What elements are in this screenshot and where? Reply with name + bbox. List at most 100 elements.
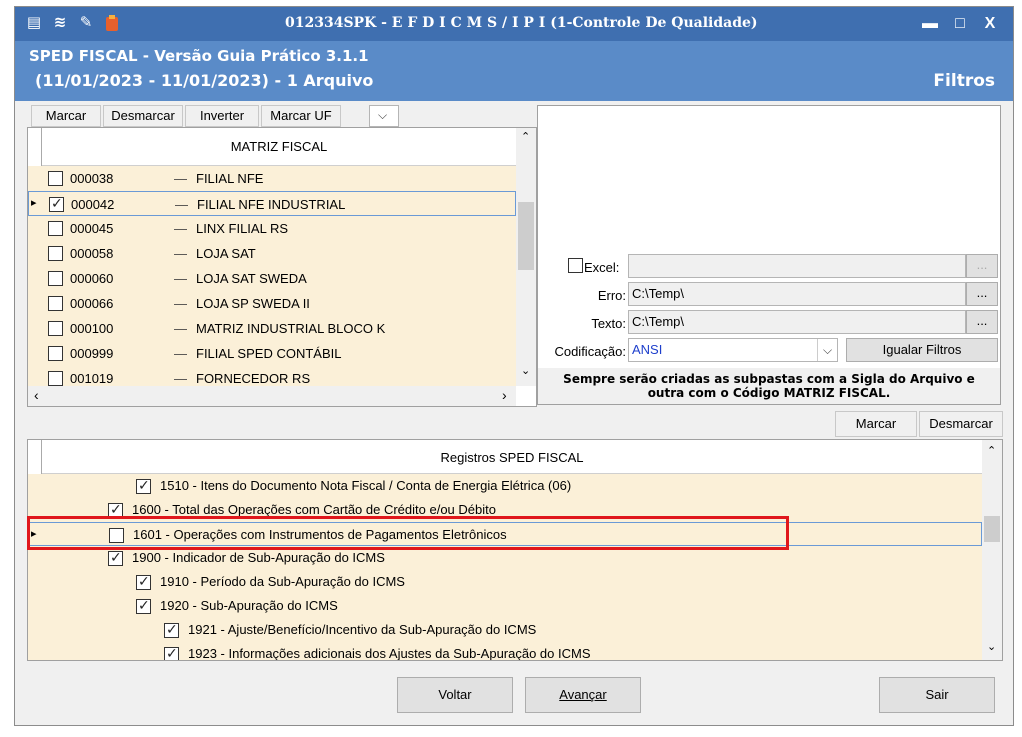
scroll-down-icon[interactable]: ⌄ bbox=[987, 640, 996, 653]
voltar-button[interactable]: Voltar bbox=[397, 677, 513, 713]
wrench-icon[interactable]: ✎ bbox=[77, 14, 95, 32]
registro-label: 1910 - Período da Sub-Apuração do ICMS bbox=[160, 574, 405, 589]
matriz-hscrollbar[interactable]: ‹ › bbox=[28, 386, 516, 406]
separator-dash: — bbox=[174, 246, 187, 261]
header-band: SPED FISCAL - Versão Guia Prático 3.1.1 … bbox=[15, 41, 1013, 101]
row-checkbox[interactable] bbox=[48, 346, 63, 361]
separator-dash: — bbox=[174, 271, 187, 286]
matriz-name: LOJA SAT SWEDA bbox=[196, 271, 307, 286]
row-checkbox[interactable] bbox=[49, 195, 64, 212]
matriz-code: 000066 bbox=[70, 296, 114, 311]
matriz-code: 001019 bbox=[70, 371, 114, 386]
matriz-row[interactable]: 000100 — MATRIZ INDUSTRIAL BLOCO K bbox=[28, 316, 516, 341]
marcar-uf-button[interactable]: Marcar UF bbox=[261, 105, 341, 127]
scroll-thumb[interactable] bbox=[984, 516, 1000, 542]
close-button[interactable]: X bbox=[975, 11, 1005, 37]
igualar-filtros-button[interactable]: Igualar Filtros bbox=[846, 338, 998, 362]
registro-checkbox[interactable] bbox=[136, 573, 151, 590]
registro-label: 1920 - Sub-Apuração do ICMS bbox=[160, 598, 338, 613]
maximize-button[interactable]: □ bbox=[945, 11, 975, 37]
texto-browse-button[interactable]: ... bbox=[966, 310, 998, 334]
texto-label: Texto: bbox=[591, 316, 626, 331]
matriz-name: FORNECEDOR RS bbox=[196, 371, 311, 386]
registro-row[interactable]: 1920 - Sub-Apuração do ICMS bbox=[28, 594, 982, 618]
registro-row[interactable]: 1923 - Informações adicionais dos Ajuste… bbox=[28, 642, 982, 661]
matriz-row[interactable]: 000999 — FILIAL SPED CONTÁBIL bbox=[28, 341, 516, 366]
matriz-code: 000038 bbox=[70, 171, 114, 186]
window-title: 012334SPK - E F D I C M S / I P I (1-Con… bbox=[285, 15, 758, 31]
excel-browse-button[interactable]: ... bbox=[966, 254, 998, 278]
registro-checkbox[interactable] bbox=[164, 621, 179, 638]
codificacao-value: ANSI bbox=[632, 342, 663, 357]
registro-label: 1923 - Informações adicionais dos Ajuste… bbox=[188, 646, 591, 661]
row-checkbox[interactable] bbox=[48, 171, 63, 186]
matriz-name: LOJA SAT bbox=[196, 246, 256, 261]
matriz-name: MATRIZ INDUSTRIAL BLOCO K bbox=[196, 321, 386, 336]
matriz-code: 000045 bbox=[70, 221, 114, 236]
row-checkbox[interactable] bbox=[48, 271, 63, 286]
inverter-button[interactable]: Inverter bbox=[185, 105, 259, 127]
highlight-box bbox=[27, 516, 789, 550]
registros-marcar-button[interactable]: Marcar bbox=[835, 411, 917, 437]
matriz-scrollbar[interactable]: ⌃ ⌄ bbox=[516, 128, 536, 386]
erro-label: Erro: bbox=[597, 288, 626, 303]
registro-checkbox[interactable] bbox=[136, 597, 151, 614]
matriz-code: 000058 bbox=[70, 246, 114, 261]
matriz-code: 000060 bbox=[70, 271, 114, 286]
avancar-button[interactable]: Avançar bbox=[525, 677, 641, 713]
erro-browse-button[interactable]: ... bbox=[966, 282, 998, 306]
menu-icon[interactable]: ▤ bbox=[25, 14, 43, 32]
minimize-button[interactable]: ▬ bbox=[915, 11, 945, 37]
period-label: (11/01/2023 - 11/01/2023) - 1 Arquivo bbox=[35, 71, 374, 90]
matriz-row[interactable]: ▸ 000042 — FILIAL NFE INDUSTRIAL bbox=[28, 191, 516, 216]
matriz-row[interactable]: 000038 — FILIAL NFE bbox=[28, 166, 516, 191]
registro-checkbox[interactable] bbox=[164, 645, 179, 660]
chevron-down-icon[interactable]: ⌵ bbox=[817, 339, 837, 361]
registro-checkbox[interactable] bbox=[108, 549, 123, 566]
traffic-icon[interactable]: ≋ bbox=[51, 14, 69, 32]
scroll-left-icon[interactable]: ‹ bbox=[34, 387, 39, 403]
erro-path-input[interactable]: C:\Temp\ bbox=[628, 282, 966, 306]
note-line1: Sempre serão criadas as subpastas com a … bbox=[563, 372, 975, 386]
registros-desmarcar-button[interactable]: Desmarcar bbox=[919, 411, 1003, 437]
scroll-right-icon[interactable]: › bbox=[502, 387, 507, 403]
separator-dash: — bbox=[175, 197, 188, 212]
scroll-thumb[interactable] bbox=[518, 202, 534, 270]
matriz-row[interactable]: 000060 — LOJA SAT SWEDA bbox=[28, 266, 516, 291]
desmarcar-button[interactable]: Desmarcar bbox=[103, 105, 183, 127]
registro-row[interactable]: 1510 - Itens do Documento Nota Fiscal / … bbox=[28, 474, 982, 498]
marcar-button[interactable]: Marcar bbox=[31, 105, 101, 127]
excel-path-input[interactable] bbox=[628, 254, 966, 278]
row-checkbox[interactable] bbox=[48, 296, 63, 311]
separator-dash: — bbox=[174, 321, 187, 336]
registros-scrollbar[interactable]: ⌃ ⌄ bbox=[982, 440, 1002, 660]
page-title: Filtros bbox=[933, 71, 995, 91]
matriz-header: MATRIZ FISCAL bbox=[42, 128, 516, 166]
scroll-up-icon[interactable]: ⌃ bbox=[521, 130, 530, 143]
matriz-row[interactable]: 000058 — LOJA SAT bbox=[28, 241, 516, 266]
sair-button[interactable]: Sair bbox=[879, 677, 995, 713]
separator-dash: — bbox=[174, 346, 187, 361]
registro-label: 1510 - Itens do Documento Nota Fiscal / … bbox=[160, 478, 572, 493]
row-checkbox[interactable] bbox=[48, 321, 63, 336]
row-checkbox[interactable] bbox=[48, 221, 63, 236]
excel-checkbox[interactable] bbox=[568, 258, 583, 273]
texto-path-input[interactable]: C:\Temp\ bbox=[628, 310, 966, 334]
matriz-row[interactable]: 000045 — LINX FILIAL RS bbox=[28, 216, 516, 241]
registros-grid: Registros SPED FISCAL 1510 - Itens do Do… bbox=[27, 439, 1003, 661]
clipboard-icon[interactable] bbox=[103, 14, 121, 32]
scroll-up-icon[interactable]: ⌃ bbox=[987, 444, 996, 457]
title-bar: ▤ ≋ ✎ 012334SPK - E F D I C M S / I P I … bbox=[15, 7, 1013, 41]
registro-checkbox[interactable] bbox=[136, 477, 151, 494]
matriz-row[interactable]: 000066 — LOJA SP SWEDA II bbox=[28, 291, 516, 316]
row-checkbox[interactable] bbox=[48, 246, 63, 261]
codificacao-select[interactable]: ANSI ⌵ bbox=[628, 338, 838, 362]
scroll-down-icon[interactable]: ⌄ bbox=[521, 364, 530, 377]
separator-dash: — bbox=[174, 296, 187, 311]
registro-label: 1921 - Ajuste/Benefício/Incentivo da Sub… bbox=[188, 622, 537, 637]
row-checkbox[interactable] bbox=[48, 371, 63, 386]
registro-row[interactable]: 1921 - Ajuste/Benefício/Incentivo da Sub… bbox=[28, 618, 982, 642]
uf-dropdown[interactable]: ⌵ bbox=[369, 105, 399, 127]
separator-dash: — bbox=[174, 221, 187, 236]
registro-row[interactable]: 1910 - Período da Sub-Apuração do ICMS bbox=[28, 570, 982, 594]
